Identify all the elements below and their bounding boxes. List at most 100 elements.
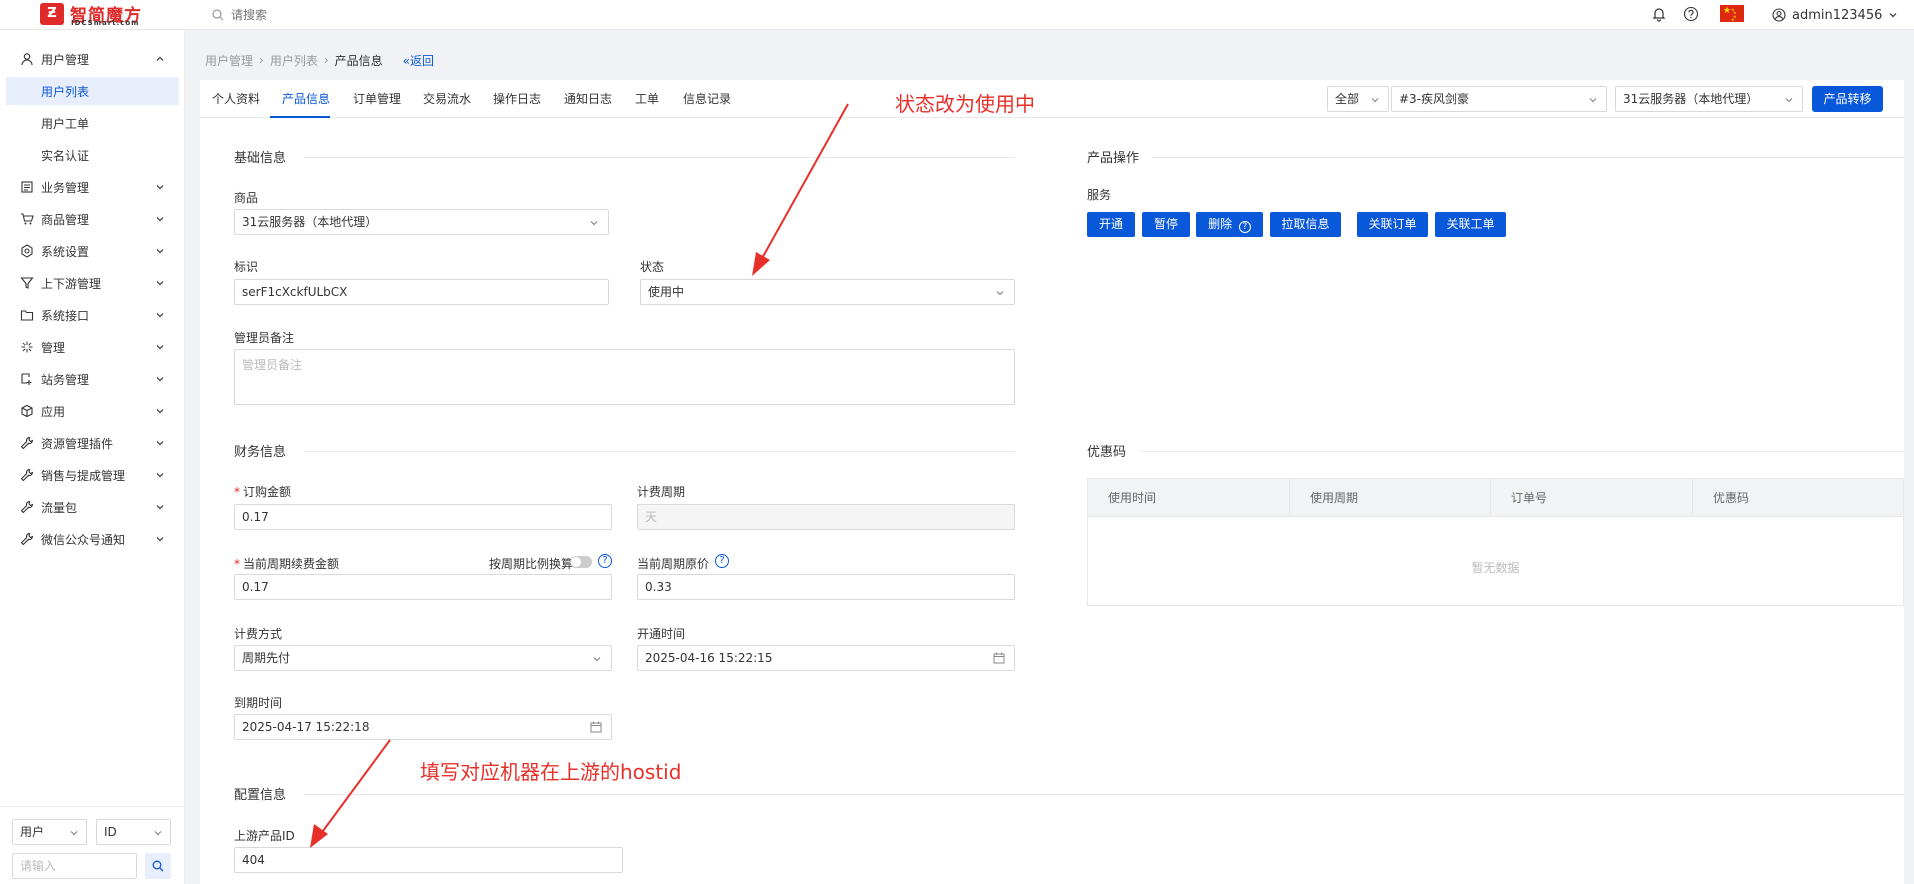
product-transfer-button[interactable]: 产品转移: [1812, 86, 1883, 112]
section-divider: [1140, 451, 1904, 452]
active-tab-indicator: [270, 116, 330, 118]
wrench-icon: [20, 468, 34, 482]
chevron-down-icon: [70, 831, 78, 836]
sidebar-item-settings[interactable]: 系统设置: [0, 237, 185, 265]
sidebar-item-business[interactable]: 业务管理: [0, 173, 185, 201]
user-menu[interactable]: admin123456: [1772, 5, 1898, 25]
search-type-value: 用户: [20, 825, 45, 839]
quick-search-input[interactable]: 请输入: [12, 853, 137, 879]
tab-notification-log[interactable]: 通知日志: [564, 90, 612, 107]
search-type-select[interactable]: 用户: [12, 819, 87, 845]
chevron-down-icon: [156, 537, 164, 542]
open-time-value: 2025-04-16 15:22:15: [645, 651, 773, 665]
chevron-down-icon: [593, 657, 601, 662]
scope-value: 全部: [1335, 92, 1360, 106]
tab-bar: 个人资料 产品信息 订单管理 交易流水 操作日志 通知日志 工单 信息记录 全部…: [200, 80, 1904, 118]
china-flag-icon[interactable]: ★ ★ ★ ★ ★: [1720, 5, 1744, 22]
question-circle-icon[interactable]: ?: [598, 554, 612, 568]
admin-note-textarea[interactable]: 管理员备注: [234, 349, 1015, 405]
global-search[interactable]: [212, 6, 411, 24]
chevron-down-icon: [590, 221, 598, 226]
expire-time-value: 2025-04-17 15:22:18: [242, 720, 370, 734]
sidebar-item-label: 系统设置: [41, 244, 90, 259]
sidebar-item-manage[interactable]: 管理: [0, 333, 185, 361]
cart-icon: [21, 213, 34, 225]
original-price-input[interactable]: 0.33: [637, 574, 1015, 600]
prorate-toggle[interactable]: [570, 556, 592, 568]
sidebar-item-sales[interactable]: 销售与提成管理: [0, 461, 185, 489]
tab-profile[interactable]: 个人资料: [212, 90, 260, 107]
wrench-icon: [20, 532, 34, 546]
bell-icon[interactable]: [1651, 6, 1667, 22]
sidebar-group-users[interactable]: 用户管理: [0, 45, 185, 73]
upstream-id-input[interactable]: 404: [234, 847, 623, 873]
sidebar-item-user-tickets[interactable]: 用户工单: [6, 109, 179, 137]
sidebar-item-upstream[interactable]: 上下游管理: [0, 269, 185, 297]
service-label: 服务: [1087, 188, 1112, 202]
tab-info-records[interactable]: 信息记录: [683, 90, 731, 107]
billing-method-select[interactable]: 周期先付: [234, 645, 612, 671]
help-icon[interactable]: [1683, 6, 1699, 22]
chevron-down-icon: [154, 831, 162, 836]
sidebar-item-wechat[interactable]: 微信公众号通知: [0, 525, 185, 553]
product-select-field[interactable]: 31云服务器（本地代理）: [234, 209, 609, 235]
link-order-button[interactable]: 关联订单: [1357, 212, 1428, 237]
chevron-down-icon: [1889, 13, 1897, 18]
original-price-label: 当前周期原价: [637, 557, 710, 571]
sidebar-item-label: 商品管理: [41, 212, 90, 227]
back-link[interactable]: «返回: [403, 52, 434, 69]
sidebar-item-label: 销售与提成管理: [41, 468, 126, 483]
fetch-info-button[interactable]: 拉取信息: [1270, 212, 1341, 237]
tag-input[interactable]: serF1cXckfULbCX: [234, 279, 609, 305]
sidebar-item-user-list[interactable]: 用户列表: [6, 77, 179, 105]
sidebar-item-apps[interactable]: 应用: [0, 397, 185, 425]
chevron-down-icon: [156, 217, 164, 222]
product-select[interactable]: 31云服务器（本地代理）: [1615, 86, 1803, 112]
search-field-value: ID: [104, 825, 117, 839]
sidebar-item-real-name[interactable]: 实名认证: [6, 141, 179, 169]
sidebar-item-site[interactable]: 站务管理: [0, 365, 185, 393]
search-field-select[interactable]: ID: [96, 819, 171, 845]
sidebar-item-interface[interactable]: 系统接口: [0, 301, 185, 329]
expire-time-picker[interactable]: 2025-04-17 15:22:18: [234, 714, 612, 740]
annotation-status-note: 状态改为使用中: [895, 92, 1035, 116]
order-amount-input[interactable]: 0.17: [234, 504, 612, 530]
table-header: 使用时间 使用周期 订单号 优惠码: [1088, 479, 1903, 517]
suspend-button[interactable]: 暂停: [1142, 212, 1190, 237]
billing-method-label: 计费方式: [234, 627, 283, 641]
tab-orders[interactable]: 订单管理: [353, 90, 401, 107]
delete-button[interactable]: 删除 ?: [1196, 212, 1263, 237]
breadcrumb-item[interactable]: 用户管理: [205, 52, 253, 69]
question-circle-icon[interactable]: ?: [715, 554, 729, 568]
user-icon: [1772, 8, 1786, 22]
order-amount-label-text: 订购金额: [243, 485, 292, 499]
tab-transactions[interactable]: 交易流水: [423, 90, 471, 107]
sidebar-item-goods[interactable]: 商品管理: [0, 205, 185, 233]
status-select[interactable]: 使用中: [640, 279, 1015, 305]
wrench-icon: [20, 500, 34, 514]
quick-search-button[interactable]: [145, 853, 171, 879]
coupon-table: 使用时间 使用周期 订单号 优惠码 暂无数据: [1087, 478, 1904, 606]
activate-button[interactable]: 开通: [1087, 212, 1135, 237]
search-input[interactable]: [231, 8, 411, 22]
brand-logo[interactable]: Ƶ 智简魔方 IDCSmart.com: [40, 2, 150, 28]
tag-label: 标识: [234, 260, 259, 274]
section-divider: [304, 157, 1015, 158]
open-time-label: 开通时间: [637, 627, 686, 641]
link-ticket-button[interactable]: 关联工单: [1435, 212, 1506, 237]
back-link-label: 返回: [410, 53, 435, 68]
breadcrumb-item[interactable]: 用户列表: [270, 52, 318, 69]
tab-operation-log[interactable]: 操作日志: [493, 90, 541, 107]
open-time-picker[interactable]: 2025-04-16 15:22:15: [637, 645, 1015, 671]
host-select[interactable]: #3-疾风剑豪: [1391, 86, 1607, 112]
breadcrumb-separator: ›: [323, 53, 329, 67]
sidebar-item-traffic[interactable]: 流量包: [0, 493, 185, 521]
sidebar-item-resource-plugins[interactable]: 资源管理插件: [0, 429, 185, 457]
tab-tickets[interactable]: 工单: [635, 90, 659, 107]
renew-amount-input[interactable]: 0.17: [234, 574, 612, 600]
breadcrumb-separator: ›: [259, 53, 264, 67]
scope-select[interactable]: 全部: [1327, 86, 1389, 112]
top-bar: Ƶ 智简魔方 IDCSmart.com ★ ★ ★ ★ ★ admin12345…: [0, 0, 1914, 30]
tab-product-info[interactable]: 产品信息: [282, 90, 330, 107]
user-icon: [21, 53, 33, 66]
